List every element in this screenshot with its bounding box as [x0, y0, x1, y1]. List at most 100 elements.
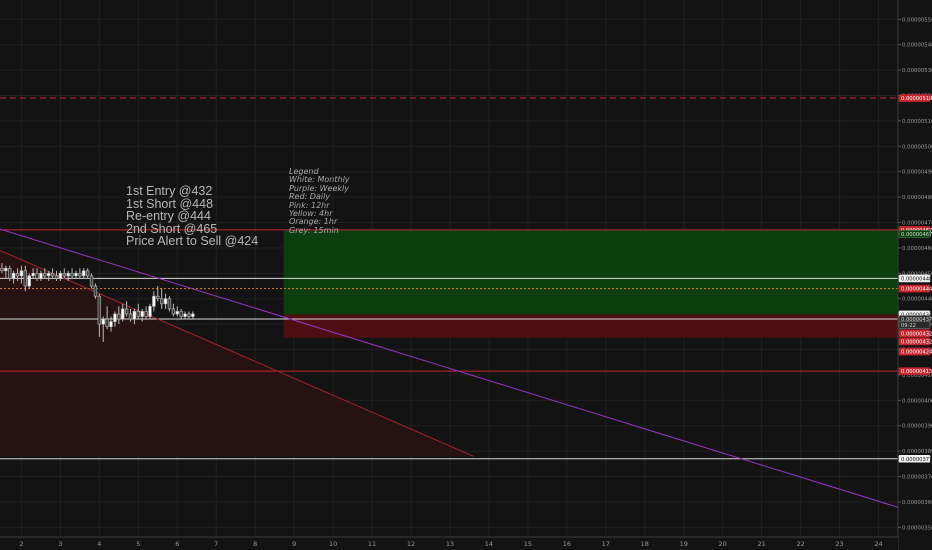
candle-body — [27, 275, 31, 287]
candle-body — [50, 273, 55, 277]
candle-body — [74, 273, 78, 277]
price-label-text: 0.00000424 — [901, 350, 932, 356]
price-tick-label: 0.00000480 — [902, 195, 932, 201]
price-tick-label: 0.00000550 — [902, 17, 932, 23]
candle-body — [117, 313, 121, 320]
candle-body — [54, 275, 59, 279]
price-tick-label: 0.00000510 — [902, 119, 932, 125]
price-tick-label: 0.00000390 — [902, 424, 932, 430]
time-tick-label: 22 — [796, 540, 804, 548]
candle-body — [187, 313, 191, 317]
candle-body — [58, 273, 63, 279]
price-tick-label: 0.00000350 — [902, 525, 932, 531]
candle-body — [85, 270, 90, 277]
price-tick-label: 0.00000470 — [902, 221, 932, 227]
price-label-text: 0.00000377 — [901, 457, 932, 463]
price-tick-label: 0.00000460 — [902, 246, 932, 252]
price-label-text: 0.00000413 — [901, 369, 932, 375]
candle-body — [152, 295, 156, 307]
time-tick-label: 16 — [563, 540, 571, 548]
time-tick-label: 4 — [97, 540, 101, 548]
candle-body — [101, 318, 105, 325]
candle-body — [163, 298, 168, 305]
price-tick-label: 0.00000360 — [902, 500, 932, 506]
candle-body — [124, 308, 129, 315]
price-tick-label: 0.00000530 — [902, 68, 932, 74]
candle-body — [66, 273, 70, 277]
time-tick-label: 18 — [641, 540, 649, 548]
candle-body — [35, 273, 39, 279]
time-tick-label: 7 — [214, 540, 218, 548]
note-line: Re-entry @444 — [126, 209, 211, 223]
candle-body — [97, 295, 102, 325]
time-tick-label: 3 — [58, 540, 62, 548]
candle-body — [89, 275, 94, 287]
price-label-text: 0.00000444 — [901, 287, 932, 293]
candle-body — [23, 270, 27, 287]
candle-body — [136, 311, 140, 317]
time-tick-label: 20 — [719, 540, 727, 548]
candle-body — [183, 313, 187, 317]
candle-body — [105, 318, 109, 327]
time-tick-label: 2 — [19, 540, 23, 548]
candle-body — [160, 298, 164, 305]
price-tick-label: 0.00000440 — [902, 297, 932, 303]
candle-body — [0, 267, 4, 272]
candle-body — [93, 285, 98, 297]
price-label-text: 09:22 — [901, 323, 916, 329]
time-tick-label: 12 — [407, 540, 415, 548]
candle-body — [121, 308, 125, 320]
candle-body — [144, 311, 148, 317]
price-label-text: 0.00000448 — [901, 276, 932, 282]
price-tick-label: 0.00000380 — [902, 449, 932, 455]
target-zone — [283, 229, 898, 315]
price-tick-label: 0.00000490 — [902, 170, 932, 176]
candle-body — [191, 313, 195, 317]
time-tick-label: 17 — [602, 540, 610, 548]
candle-body — [175, 311, 179, 315]
price-tick-label: 0.00000400 — [902, 398, 932, 404]
price-tick-label: 0.00000370 — [902, 475, 932, 481]
candle-body — [132, 311, 137, 320]
time-tick-label: 10 — [329, 540, 337, 548]
candle-body — [128, 313, 133, 320]
candle-body — [4, 267, 8, 272]
time-tick-label: 23 — [835, 540, 843, 548]
candle-body — [15, 273, 20, 277]
candle-body — [140, 311, 144, 317]
price-label-text: 0.00000432 — [901, 331, 932, 337]
candle-body — [31, 273, 35, 277]
candle-body — [171, 308, 176, 315]
time-tick-label: 14 — [485, 540, 493, 548]
legend-entry: Grey: 15min — [289, 225, 339, 235]
time-tick-label: 13 — [446, 540, 454, 548]
candle-body — [43, 273, 47, 277]
time-tick-label: 15 — [524, 540, 532, 548]
price-label-text: 0.00000432 — [901, 339, 932, 345]
candle-body — [11, 273, 16, 279]
candle-body — [8, 267, 12, 279]
price-tick-label: 0.00000500 — [902, 144, 932, 150]
candle-body — [39, 273, 43, 279]
candle-body — [82, 270, 86, 277]
candle-body — [109, 321, 113, 327]
candle-body — [62, 273, 66, 277]
time-tick-label: 19 — [680, 540, 688, 548]
price-chart[interactable]: 0.000005500.000005400.000005300.00000520… — [0, 0, 932, 550]
note-line: 1st Entry @432 — [126, 184, 213, 198]
time-tick-label: 8 — [253, 540, 257, 548]
candle-body — [113, 313, 117, 322]
candle-body — [156, 295, 160, 300]
candle-body — [78, 273, 82, 277]
price-label-text: 0.00000467 — [901, 232, 932, 238]
legend: Legend White: Monthly Purple: Weekly Red… — [289, 167, 350, 235]
time-tick-label: 21 — [758, 540, 766, 548]
note-line: Price Alert to Sell @424 — [126, 234, 259, 248]
time-tick-label: 24 — [874, 540, 882, 548]
candle-body — [19, 270, 24, 277]
price-tick-label: 0.00000540 — [902, 43, 932, 49]
target-zone — [283, 314, 898, 338]
candle-body — [167, 298, 172, 310]
price-label-text: 0.00000519 — [901, 96, 932, 102]
trade-notes: 1st Entry @432 1st Short @448 Re-entry @… — [126, 185, 258, 248]
